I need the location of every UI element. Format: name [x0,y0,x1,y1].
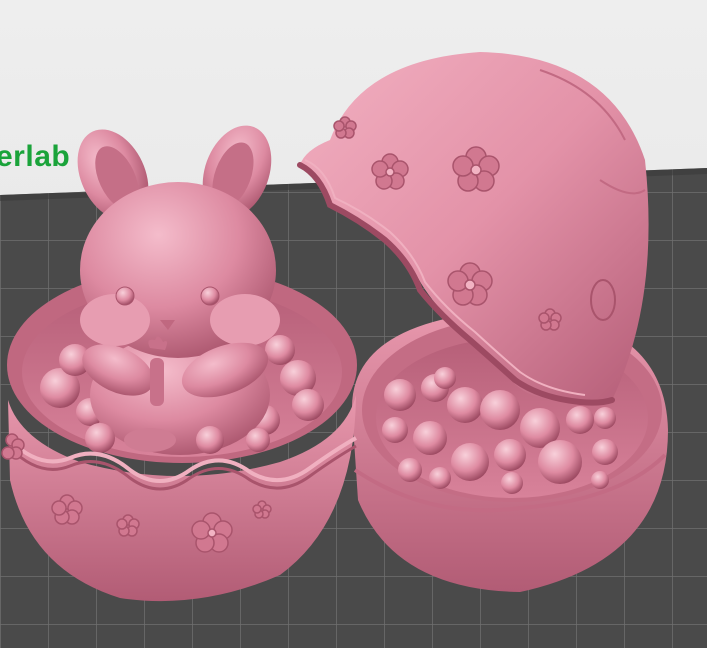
scene-canvas[interactable] [0,0,707,648]
3d-viewport[interactable]: erlab [0,0,707,648]
bunny-figure[interactable] [64,116,284,455]
